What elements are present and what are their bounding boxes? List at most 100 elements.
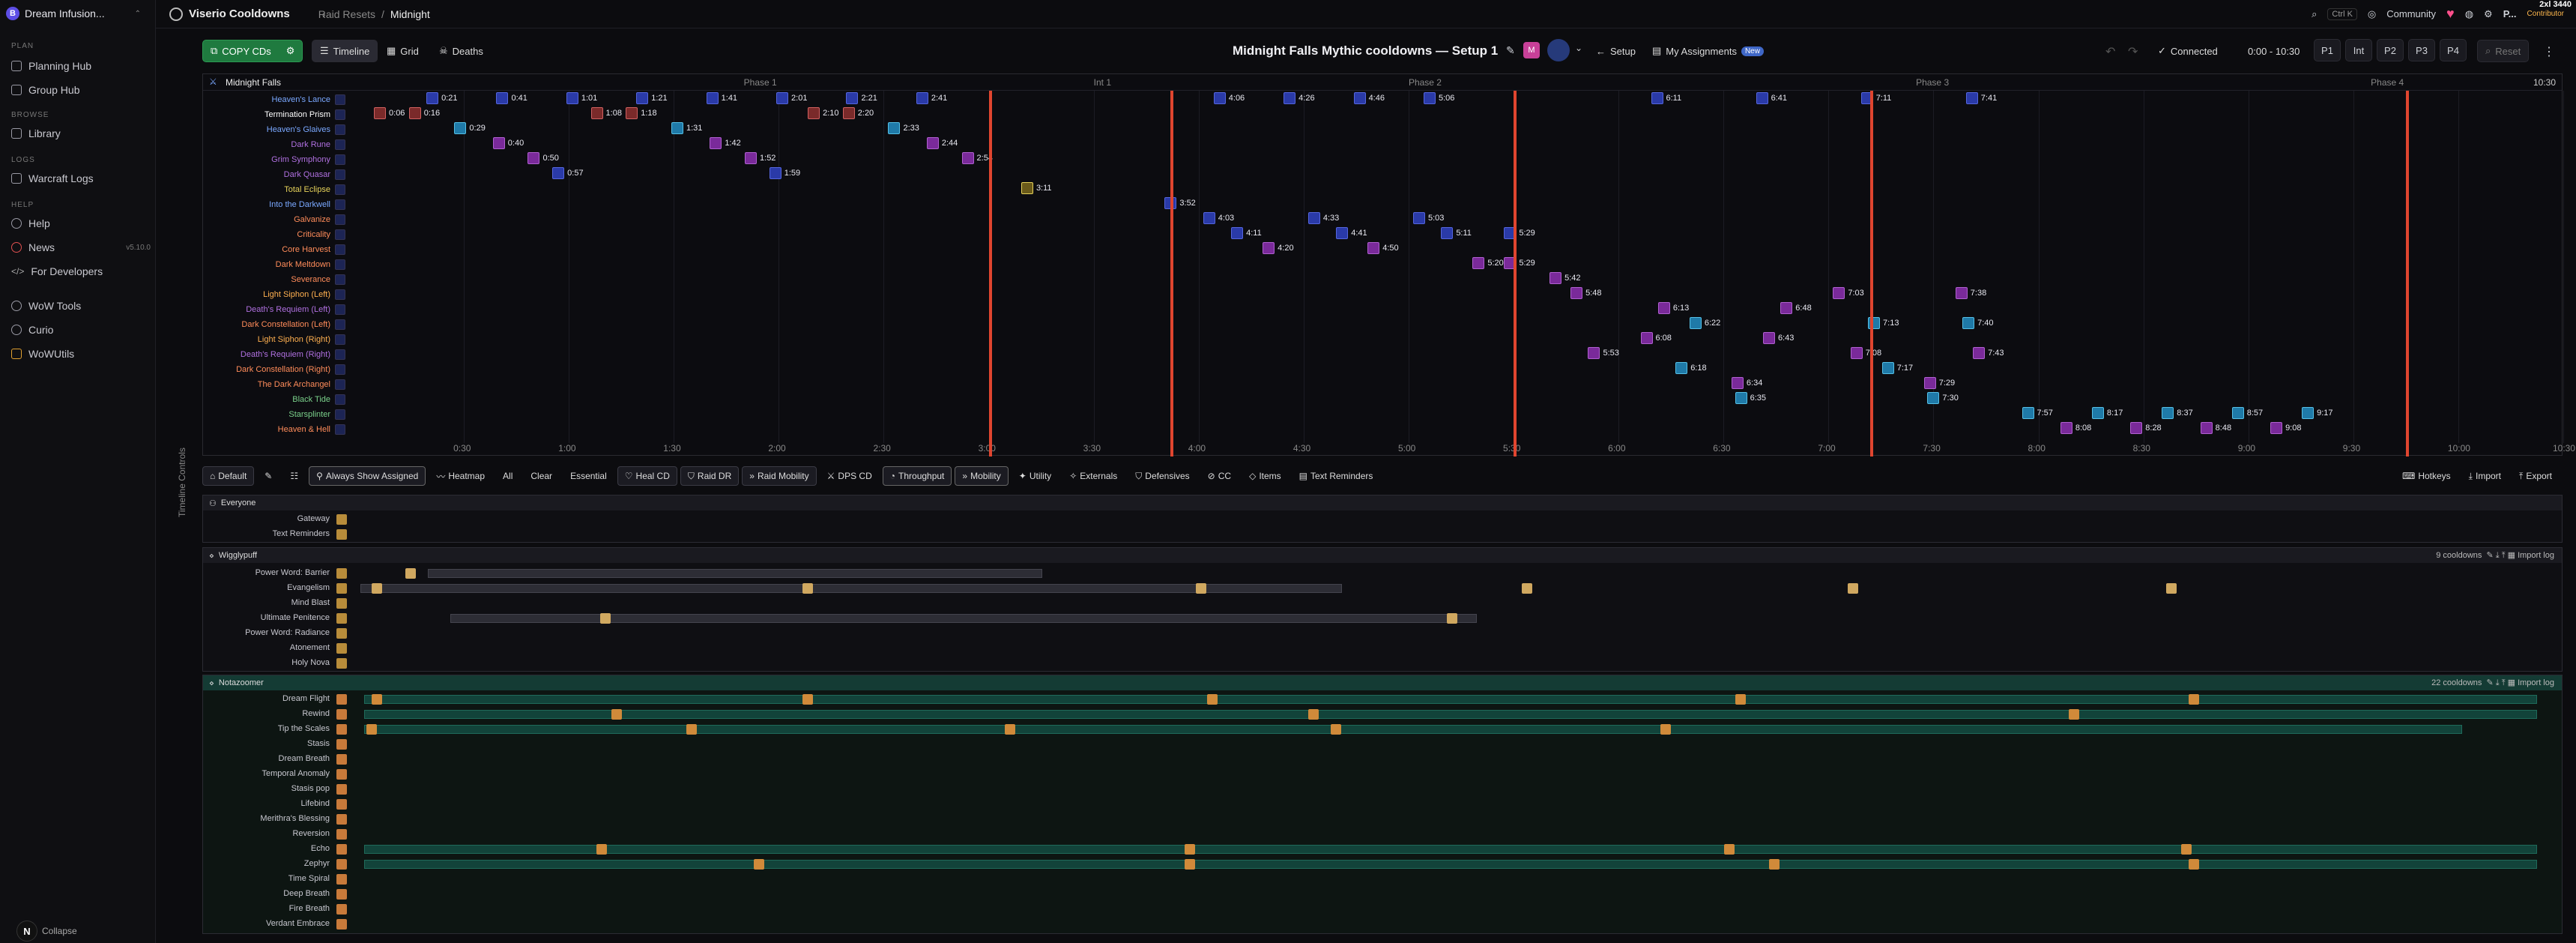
boss-cast[interactable]: 5:48 <box>1570 287 1602 299</box>
cooldown-cast-icon[interactable] <box>2181 844 2192 855</box>
cooldown-row-label[interactable]: Rewind <box>203 707 334 721</box>
cooldown-row-label[interactable]: Power Word: Barrier <box>203 566 334 580</box>
gear-icon[interactable]: ⚙ <box>286 45 295 57</box>
crumb-raid-resets[interactable]: Raid Resets <box>318 8 375 20</box>
phase-p2-button[interactable]: P2 <box>2377 39 2404 61</box>
boss-cast[interactable]: 5:42 <box>1549 272 1581 284</box>
filter-mobility[interactable]: » Mobility <box>955 466 1009 486</box>
boss-cast[interactable]: 4:06 <box>1213 92 1245 104</box>
phase-int-button[interactable]: Int <box>2345 39 2372 61</box>
cooldown-row-label[interactable]: Lifebind <box>203 797 334 811</box>
nav-curio[interactable]: Curio <box>11 324 151 336</box>
heatmap-toggle[interactable]: 〰 Heatmap <box>429 466 492 486</box>
cooldown-row-label[interactable]: Fire Breath <box>203 902 334 916</box>
phase-p3-button[interactable]: P3 <box>2408 39 2435 61</box>
tab-grid[interactable]: ▦ Grid <box>379 40 426 62</box>
boss-cast[interactable]: 1:42 <box>710 137 741 149</box>
filter-essential[interactable]: Essential <box>563 466 614 486</box>
cooldown-cast-icon[interactable] <box>1005 724 1015 735</box>
boss-cast[interactable]: 0:57 <box>552 167 584 179</box>
collapse-button[interactable]: N Collapse <box>16 921 77 942</box>
boss-cast[interactable]: 6:48 <box>1780 302 1812 314</box>
cooldown-row-label[interactable]: Gateway <box>203 512 334 526</box>
cooldown-cast-icon[interactable] <box>1735 694 1746 705</box>
filter-dps-cd[interactable]: ⚔ DPS CD <box>820 466 880 486</box>
boss-cast[interactable]: 6:34 <box>1731 377 1762 389</box>
sidebar-toggle-icon[interactable]: › <box>322 8 326 20</box>
boss-cast[interactable]: 2:41 <box>916 92 947 104</box>
boss-cast[interactable]: 0:29 <box>454 122 486 134</box>
boss-cast[interactable]: 3:11 <box>1021 182 1052 194</box>
cooldown-cast-icon[interactable] <box>366 724 377 735</box>
boss-cast[interactable]: 4:50 <box>1367 242 1399 254</box>
cooldown-row-label[interactable]: Verdant Embrace <box>203 917 334 931</box>
import-log-button[interactable]: Import log <box>2518 678 2554 687</box>
always-show-assigned[interactable]: ⚲ Always Show Assigned <box>309 466 426 486</box>
filter-throughput[interactable]: ◔ Throughput <box>882 466 952 486</box>
boss-cast[interactable]: 9:17 <box>2302 407 2333 419</box>
boss-cast[interactable]: 4:33 <box>1307 212 1339 224</box>
redo-icon[interactable]: ↷ <box>2128 44 2138 59</box>
cooldown-cast-icon[interactable] <box>802 694 813 705</box>
boss-cast[interactable]: 4:26 <box>1284 92 1315 104</box>
boss-cast[interactable]: 1:41 <box>706 92 737 104</box>
boss-cast[interactable]: 6:13 <box>1657 302 1689 314</box>
boss-cast[interactable]: 7:30 <box>1927 392 1959 404</box>
user-menu[interactable]: P... <box>2503 8 2517 19</box>
cooldown-row-label[interactable]: Zephyr <box>203 857 334 871</box>
nav-news[interactable]: News v5.10.0 <box>11 241 151 253</box>
cooldown-cast-icon[interactable] <box>405 568 416 579</box>
cooldown-cast-icon[interactable] <box>1308 709 1319 720</box>
cooldown-cast-icon[interactable] <box>1724 844 1735 855</box>
raid-avatar-icon[interactable]: M <box>1523 42 1540 58</box>
tab-timeline[interactable]: ☰ Timeline <box>312 40 378 62</box>
filter-externals[interactable]: ✧ Externals <box>1062 466 1125 486</box>
boss-cast[interactable]: 4:03 <box>1203 212 1234 224</box>
cooldown-cast-icon[interactable] <box>596 844 607 855</box>
cooldown-row-label[interactable]: Atonement <box>203 641 334 655</box>
nav-help[interactable]: Help <box>11 217 151 229</box>
cooldown-row-label[interactable]: Stasis pop <box>203 782 334 796</box>
nav-for-developers[interactable]: </> For Developers <box>11 265 151 277</box>
boss-cast[interactable]: 1:08 <box>590 107 622 119</box>
gear-icon[interactable]: ⚙ <box>2484 8 2493 20</box>
community-link[interactable]: Community <box>2386 8 2436 19</box>
boss-cast[interactable]: 7:57 <box>2022 407 2053 419</box>
boss-cast[interactable]: 7:43 <box>1973 347 2004 359</box>
cooldown-cast-icon[interactable] <box>1185 844 1195 855</box>
cooldown-cast-icon[interactable] <box>372 583 382 594</box>
workspace-switcher[interactable]: B Dream Infusion... ⌃ <box>6 3 141 24</box>
reset-button[interactable]: ⌕ Reset <box>2477 40 2530 62</box>
boss-cast[interactable]: 1:52 <box>745 152 775 164</box>
cooldown-row-label[interactable]: Echo <box>203 842 334 856</box>
more-icon[interactable]: ⋮ <box>2543 44 2555 59</box>
boss-cast[interactable]: 1:01 <box>566 92 597 104</box>
filter-raid-dr[interactable]: ⛉ Raid DR <box>680 466 740 486</box>
filter-all[interactable]: All <box>495 466 520 486</box>
cooldown-cast-icon[interactable] <box>611 709 622 720</box>
boss-portrait-icon[interactable] <box>1547 39 1570 61</box>
discord-icon[interactable]: ◎ <box>2368 8 2376 20</box>
time-range[interactable]: 0:00 - 10:30 <box>2240 40 2307 62</box>
boss-cast[interactable]: 4:20 <box>1263 242 1294 254</box>
cooldown-cast-icon[interactable] <box>754 859 764 870</box>
boss-cast[interactable]: 6:18 <box>1675 362 1707 374</box>
import-button[interactable]: ⤓ Import <box>2461 466 2509 486</box>
nav-group-hub[interactable]: Group Hub <box>11 84 151 96</box>
edit-icon[interactable]: ✎ <box>257 466 279 486</box>
cooldown-cast-icon[interactable] <box>372 694 382 705</box>
boss-cast[interactable]: 2:10 <box>808 107 839 119</box>
nav-wowutils[interactable]: WoWUtils <box>11 348 151 360</box>
cooldown-cast-icon[interactable] <box>600 613 611 624</box>
boss-cast[interactable]: 7:40 <box>1962 317 1994 329</box>
plan-title[interactable]: Midnight Falls Mythic cooldowns — Setup … <box>1233 43 1498 58</box>
drag-handle-icon[interactable]: ⋄ <box>209 678 214 688</box>
chevron-down-icon[interactable]: ⌄ <box>1575 43 1582 53</box>
boss-cast[interactable]: 7:03 <box>1833 287 1864 299</box>
boss-cast[interactable]: 2:33 <box>888 122 919 134</box>
boss-cast[interactable]: 4:41 <box>1336 227 1367 239</box>
cooldown-cast-icon[interactable] <box>1331 724 1341 735</box>
my-assignments-button[interactable]: ▤ My Assignments New <box>1645 40 1771 62</box>
setup-button[interactable]: ← Setup <box>1588 40 1643 62</box>
cooldown-row-label[interactable]: Merithra's Blessing <box>203 812 334 826</box>
